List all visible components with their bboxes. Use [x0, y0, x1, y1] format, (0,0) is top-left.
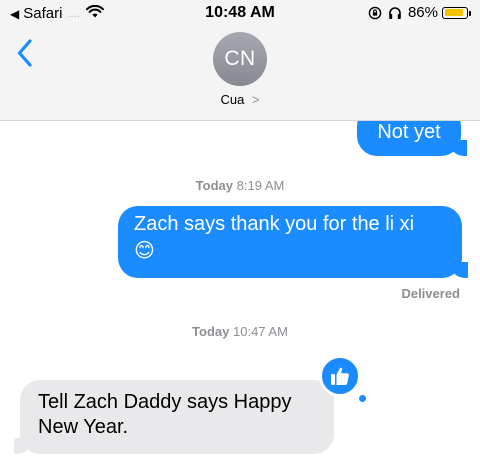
message-text: Zach says thank you for the li xi	[134, 213, 415, 235]
message-text: Not yet	[377, 121, 441, 143]
timestamp: Today 10:47 AM	[0, 324, 480, 339]
smiling-face-emoji: 😊	[134, 240, 155, 262]
message-bubble-sent[interactable]: Zach says thank you for the li xi 😊	[118, 206, 468, 278]
delivery-status: Delivered	[401, 286, 460, 301]
timestamp: Today 8:19 AM	[0, 178, 480, 193]
back-button[interactable]	[12, 36, 38, 70]
tapback-reaction[interactable]	[319, 355, 361, 397]
timestamp-time: 8:19 AM	[236, 178, 285, 193]
conversation-header: ◀ Safari .... 10:48 AM 86% CN Cua >	[0, 0, 480, 121]
timestamp-time: 10:47 AM	[233, 324, 288, 339]
reaction-tail-dot	[359, 395, 366, 402]
headphones-icon	[388, 6, 402, 20]
avatar-initials: CN	[224, 47, 256, 70]
battery-percent: 86%	[407, 4, 438, 21]
timestamp-day: Today	[195, 178, 233, 193]
battery-icon	[442, 6, 471, 19]
contact-avatar[interactable]: CN	[213, 32, 267, 86]
message-bubble-received[interactable]: Tell Zach Daddy says Happy New Year.	[14, 380, 334, 454]
status-right: 86%	[368, 4, 471, 21]
contact-name-button[interactable]: Cua >	[0, 92, 480, 107]
thumbs-up-icon	[331, 367, 349, 385]
contact-name-label: Cua	[220, 92, 245, 107]
chevron-right-icon: >	[251, 92, 260, 107]
orientation-lock-icon	[368, 6, 382, 20]
status-bar: ◀ Safari .... 10:48 AM 86%	[0, 0, 480, 28]
chevron-left-icon	[17, 39, 32, 67]
timestamp-day: Today	[192, 324, 230, 339]
message-text: Tell Zach Daddy says Happy New Year.	[38, 391, 292, 438]
battery-fill	[444, 9, 463, 16]
